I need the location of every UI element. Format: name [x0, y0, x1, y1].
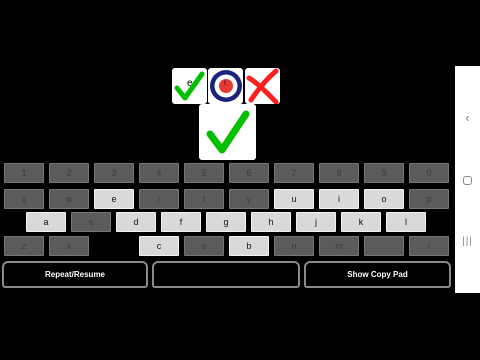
key-k[interactable]: k — [341, 212, 381, 232]
key-r[interactable]: r — [139, 189, 179, 209]
cross-icon — [246, 68, 279, 104]
key-i[interactable]: i — [319, 189, 359, 209]
key-o[interactable]: o — [364, 189, 404, 209]
home-icon[interactable] — [455, 172, 480, 190]
back-chevron-icon[interactable]: ‹ — [455, 110, 480, 125]
key-n[interactable]: n — [274, 236, 314, 256]
key-j[interactable]: j — [296, 212, 336, 232]
key-g[interactable]: g — [206, 212, 246, 232]
key-l[interactable]: l — [386, 212, 426, 232]
show-copy-pad-button[interactable]: Show Copy Pad — [304, 261, 451, 288]
wrong-feedback-tile — [245, 68, 280, 104]
show-copy-pad-label: Show Copy Pad — [347, 270, 408, 279]
check-icon — [174, 71, 205, 101]
target-label: t — [224, 80, 226, 87]
key-2[interactable]: 2 — [49, 163, 89, 183]
key-a[interactable]: a — [26, 212, 66, 232]
key-x[interactable]: x — [49, 236, 89, 256]
key-blank[interactable] — [364, 236, 404, 256]
target-tile: t — [208, 68, 243, 104]
key-7[interactable]: 7 — [274, 163, 314, 183]
key-b[interactable]: b — [229, 236, 269, 256]
system-navigation-bar: ‹ ||| — [455, 66, 480, 293]
recents-icon[interactable]: ||| — [455, 236, 480, 247]
key-t[interactable]: t — [184, 189, 224, 209]
middle-action-button[interactable] — [152, 261, 300, 288]
key-u[interactable]: u — [274, 189, 314, 209]
key-y[interactable]: y — [229, 189, 269, 209]
key-m[interactable]: m — [319, 236, 359, 256]
key-w[interactable]: w — [49, 189, 89, 209]
key-e[interactable]: e — [94, 189, 134, 209]
key-v[interactable]: v — [184, 236, 224, 256]
key-9[interactable]: 9 — [364, 163, 404, 183]
repeat-resume-button[interactable]: Repeat/Resume — [2, 261, 148, 288]
key-h[interactable]: h — [251, 212, 291, 232]
key-p[interactable]: p — [409, 189, 449, 209]
key-s[interactable]: s — [71, 212, 111, 232]
key-8[interactable]: 8 — [319, 163, 359, 183]
key-4[interactable]: 4 — [139, 163, 179, 183]
key-1[interactable]: 1 — [4, 163, 44, 183]
key-f[interactable]: f — [161, 212, 201, 232]
key-z[interactable]: z — [4, 236, 44, 256]
key-0[interactable]: 0 — [409, 163, 449, 183]
result-check-tile — [199, 104, 256, 160]
key-5[interactable]: 5 — [184, 163, 224, 183]
key-slash[interactable]: / — [409, 236, 449, 256]
key-d[interactable]: d — [116, 212, 156, 232]
key-3[interactable]: 3 — [94, 163, 134, 183]
key-q[interactable]: q — [4, 189, 44, 209]
large-check-icon — [206, 110, 250, 154]
correct-feedback-tile: e — [172, 68, 207, 104]
repeat-resume-label: Repeat/Resume — [44, 270, 106, 279]
key-6[interactable]: 6 — [229, 163, 269, 183]
key-c[interactable]: c — [139, 236, 179, 256]
